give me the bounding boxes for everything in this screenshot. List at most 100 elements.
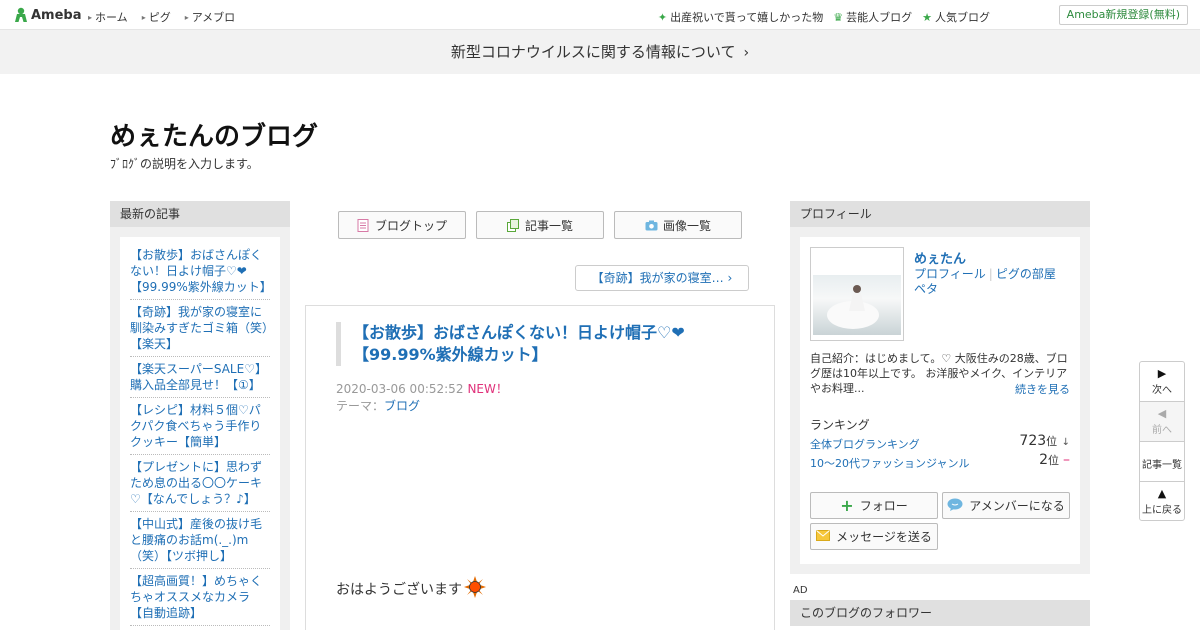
envelope-icon [816,529,831,544]
article: 【お散歩】おばさんぽくない！日よけ帽子♡❤【99.99%紫外線カット】 2020… [305,305,775,630]
amember-button[interactable]: アメンバーになる [942,492,1070,519]
tab-post-list[interactable]: 記事一覧 [476,211,604,239]
article-date-line: 2020-03-06 00:52:52 NEW！ [336,380,508,397]
sun-emoji-icon [464,576,486,602]
previous-post-link[interactable]: 【奇跡】我が家の寝室… › [575,265,749,291]
latest-posts-panel: 最新の記事 【お散歩】おばさんぽくない！日よけ帽子♡❤【99.99%紫外線カット… [110,201,290,630]
article-date: 2020-03-06 00:52:52 [336,382,464,396]
plus-icon: + [840,496,854,515]
ranking-row-overall: 全体ブログランキング 723位 ↓ [810,433,1070,452]
copy-icon [506,218,519,232]
article-body: おはようございます [336,576,486,602]
list-item[interactable]: 【楽天スーパーSALE♡】購入品全部見せ！【①】 [130,357,270,398]
top-header: Ameba ホーム ピグ アメブロ ✦出産祝いで貰って嬉しかった物 ♛芸能人ブロ… [0,0,1200,30]
no-change-icon: – [1063,452,1070,468]
global-nav: ホーム ピグ アメブロ [88,9,235,25]
camera-icon [645,219,658,232]
amember-label: アメンバーになる [969,499,1065,513]
star-icon: ★ [922,10,932,24]
new-badge: NEW！ [467,382,508,396]
logo-text: Ameba [31,7,82,23]
link-celebrity[interactable]: ♛ 芸能人ブログ [833,9,912,25]
tab-blog-top[interactable]: ブログトップ [338,211,466,239]
ranking-label[interactable]: 10〜20代ファッションジャンル [810,457,969,470]
link-popular[interactable]: ★ 人気ブログ [922,9,990,25]
ranking-heading: ランキング [810,418,870,432]
previous-post-title: 【奇跡】我が家の寝室… [591,271,724,285]
profile-link[interactable]: プロフィール [914,267,986,281]
crown-icon: ♛ [833,10,844,24]
link-popular-label: 人気ブログ [935,11,990,24]
profile-card: めぇたん プロフィール | ピグの部屋 ペタ 自己紹介：はじめまして。♡ 大阪住みの… [800,237,1080,564]
arrow-down-icon: ↓ [1061,437,1070,448]
article-title[interactable]: 【お散歩】おばさんぽくない！日よけ帽子♡❤【99.99%紫外線カット】 [336,322,746,366]
ranking-value: 723位 ↓ [1019,433,1070,449]
list-item[interactable]: 【中山式】産後の抜け毛と腰痛のお話m(._.)m（笑）【ツボ押し】 [130,512,270,569]
prev-label: 前へ [1152,425,1172,436]
tab-image-list-label: 画像一覧 [662,218,711,233]
nav-home[interactable]: ホーム [88,9,128,25]
ranking-value: 2位 – [1039,452,1070,468]
theme-link[interactable]: ブログ [384,399,420,413]
side-navigation: ▶ 次へ ◀ 前へ 記事一覧 ▲ 上に戻る [1139,361,1185,521]
notice-text: 新型コロナウイルスに関する情報について [450,43,736,61]
chevron-right-icon: › [727,271,733,285]
peta-link[interactable]: ペタ [914,282,938,296]
followers-heading: このブログのフォロワー [790,600,1090,626]
profile-name[interactable]: めぇたん [914,248,966,267]
article-body-text: おはようございます [336,582,462,598]
avatar[interactable] [810,247,904,341]
tab-post-list-label: 記事一覧 [524,218,573,233]
nav-ameblo[interactable]: アメブロ [185,9,235,25]
triangle-up-icon: ▲ [1157,487,1167,500]
post-list-button[interactable]: 記事一覧 [1140,442,1184,482]
blog-title[interactable]: めぇたんのブログ [110,116,318,153]
ameba-logo[interactable]: Ameba [14,7,82,23]
covid-notice-banner[interactable]: 新型コロナウイルスに関する情報について › [0,30,1200,74]
link-celebrity-label: 芸能人ブログ [846,11,913,24]
blog-description: ﾌﾞﾛｸﾞの説明を入力します。 [110,157,259,171]
list-item[interactable]: 【超高画質！】めちゃくちゃオススメなカメラ【自動追跡】 [130,569,270,626]
next-label: 次へ [1152,385,1172,396]
top-links: ✦ 出産祝いで貰って嬉しかった物 ♛ 芸能人ブログ ★ 人気ブログ [658,9,990,25]
back-to-top-label: 上に戻る [1142,505,1182,516]
latest-posts-heading: 最新の記事 [110,201,290,227]
pigg-room-link[interactable]: ピグの部屋 [996,267,1056,281]
profile-heading: プロフィール [790,201,1090,227]
document-icon [357,218,369,232]
follow-label: フォロー [859,499,908,513]
article-theme-line: テーマ：ブログ [336,397,420,414]
latest-posts-list: 【お散歩】おばさんぽくない！日よけ帽子♡❤【99.99%紫外線カット】 【奇跡】… [120,237,280,630]
list-item[interactable]: 【プレゼントに】思わずため息の出る〇〇ケーキ♡【なんでしょう？♪】 [130,455,270,512]
register-button[interactable]: Ameba新規登録(無料) [1058,5,1188,25]
link-gift[interactable]: ✦ 出産祝いで貰って嬉しかった物 [658,9,823,25]
profile-links: プロフィール | ピグの部屋 ペタ [914,267,1056,296]
chat-bubble-icon [947,498,963,514]
prev-button[interactable]: ◀ 前へ [1140,402,1184,442]
theme-label: テーマ： [336,399,385,413]
follow-button[interactable]: + フォロー [810,492,938,519]
send-message-button[interactable]: メッセージを送る [810,523,938,550]
ranking-label[interactable]: 全体ブログランキング [810,438,920,451]
sparkle-icon: ✦ [657,10,668,24]
profile-panel: プロフィール めぇたん プロフィール | ピグの部屋 ペタ 自己紹介：はじめまして。… [790,201,1090,574]
play-left-icon: ◀ [1157,407,1167,420]
list-item[interactable]: 【お散歩】おばさんぽくない！日よけ帽子♡❤【99.99%紫外線カット】 [130,243,272,300]
read-more-link[interactable]: 続きを見る [1015,381,1070,397]
list-item[interactable]: 【奇跡】我が家の寝室に馴染みすぎたゴミ箱（笑）【楽天】 [130,300,270,357]
ameba-logo-icon [14,7,28,23]
back-to-top-button[interactable]: ▲ 上に戻る [1140,482,1184,520]
ranking-row-genre: 10〜20代ファッションジャンル 2位 – [810,452,1070,471]
play-right-icon: ▶ [1157,367,1167,380]
ad-label: AD [793,585,808,596]
next-button[interactable]: ▶ 次へ [1140,362,1184,402]
post-list-label: 記事一覧 [1142,460,1182,471]
avatar-photo [813,275,901,335]
list-item[interactable]: 【レシピ】材料５個♡パクパク食べちゃう手作りクッキー【簡単】 [130,398,270,455]
tab-blog-top-label: ブログトップ [374,218,447,233]
tab-image-list[interactable]: 画像一覧 [614,211,742,239]
link-gift-label: 出産祝いで貰って嬉しかった物 [670,11,824,24]
nav-pigg[interactable]: ピグ [142,9,171,25]
chevron-right-icon: › [743,45,750,61]
send-message-label: メッセージを送る [836,530,932,544]
